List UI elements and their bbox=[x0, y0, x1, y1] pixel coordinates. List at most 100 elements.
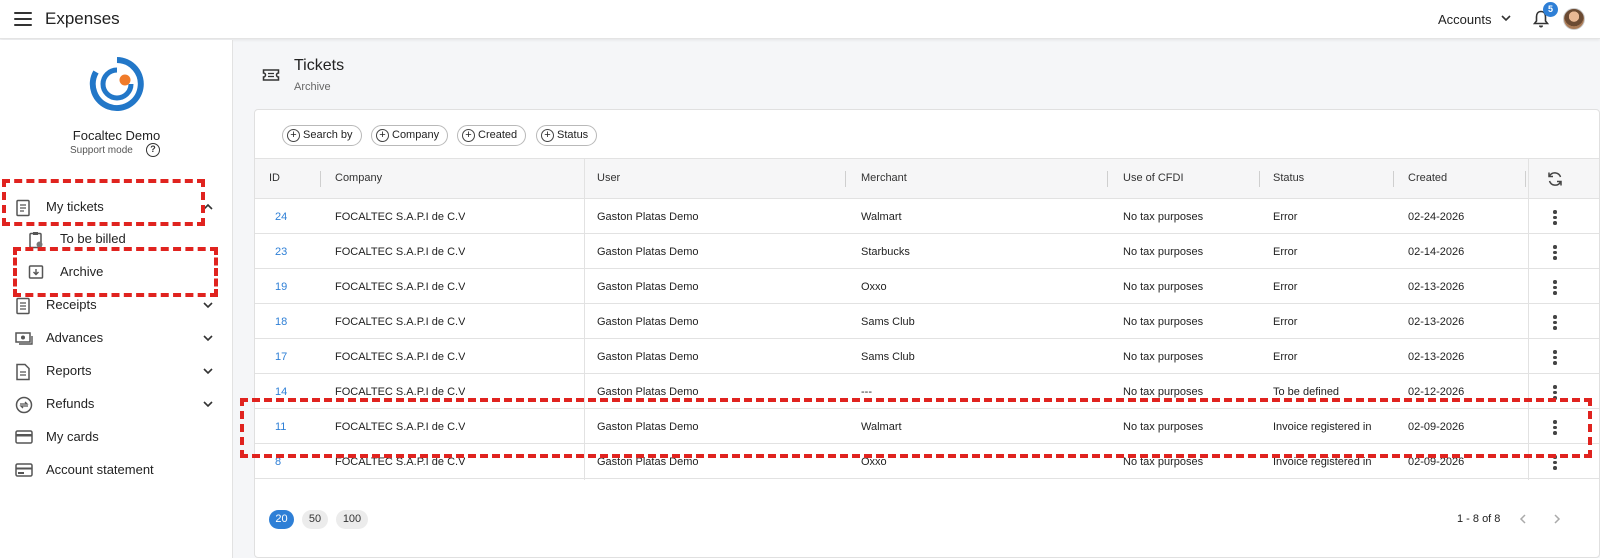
more-vert-icon[interactable] bbox=[1553, 350, 1557, 367]
cell-user: Gaston Platas Demo bbox=[597, 246, 699, 258]
app-title: Expenses bbox=[45, 9, 120, 28]
column-separator[interactable] bbox=[1525, 171, 1526, 187]
filter-chip-status[interactable]: + Status bbox=[536, 125, 598, 146]
pagination-range: 1 - 8 of 8 bbox=[1457, 513, 1501, 525]
sidebar-item-refunds[interactable]: Refunds bbox=[0, 389, 233, 419]
column-header-status[interactable]: Status bbox=[1273, 172, 1304, 184]
organization-name: Focaltec Demo bbox=[72, 128, 161, 143]
sidebar-item-label: Advances bbox=[46, 330, 104, 345]
add-circle-icon: + bbox=[287, 129, 300, 142]
more-vert-icon[interactable] bbox=[1553, 245, 1557, 262]
column-header-company[interactable]: Company bbox=[335, 172, 382, 184]
cell-user: Gaston Platas Demo bbox=[597, 316, 699, 328]
page-size-20[interactable]: 20 bbox=[269, 510, 294, 529]
cell-cfdi: No tax purposes bbox=[1123, 386, 1204, 398]
ticket-id-link[interactable]: 24 bbox=[275, 211, 287, 223]
table-row[interactable]: 18 FOCALTEC S.A.P.I de C.V Gaston Platas… bbox=[255, 304, 1599, 339]
page-subtitle: Archive bbox=[294, 81, 331, 93]
ticket-id-link[interactable]: 19 bbox=[275, 281, 287, 293]
column-separator[interactable] bbox=[1393, 171, 1394, 187]
chevron-down-icon[interactable] bbox=[202, 332, 214, 344]
add-circle-icon: + bbox=[462, 129, 475, 142]
cell-company: FOCALTEC S.A.P.I de C.V bbox=[335, 246, 466, 258]
column-header-id[interactable]: ID bbox=[269, 172, 280, 184]
sidebar-item-label: Refunds bbox=[46, 396, 95, 411]
cell-merchant: Oxxo bbox=[861, 281, 887, 293]
statement-icon bbox=[15, 463, 33, 477]
cell-cfdi: No tax purposes bbox=[1123, 211, 1204, 223]
receipt-icon bbox=[16, 297, 30, 315]
column-separator[interactable] bbox=[845, 171, 846, 187]
cell-company: FOCALTEC S.A.P.I de C.V bbox=[335, 351, 466, 363]
cell-company: FOCALTEC S.A.P.I de C.V bbox=[335, 316, 466, 328]
cell-cfdi: No tax purposes bbox=[1123, 351, 1204, 363]
filter-chip-company[interactable]: + Company bbox=[371, 125, 449, 146]
column-header-merchant[interactable]: Merchant bbox=[861, 172, 907, 184]
help-icon[interactable]: ? bbox=[146, 143, 160, 157]
sidebar-item-account-statement[interactable]: Account statement bbox=[0, 455, 233, 485]
table-row[interactable]: 24 FOCALTEC S.A.P.I de C.V Gaston Platas… bbox=[255, 199, 1599, 234]
cell-merchant: Starbucks bbox=[861, 246, 910, 258]
add-circle-icon: + bbox=[541, 129, 554, 142]
cell-status: Error bbox=[1273, 246, 1298, 258]
ticket-id-link[interactable]: 23 bbox=[275, 246, 287, 258]
table-row[interactable]: 17 FOCALTEC S.A.P.I de C.V Gaston Platas… bbox=[255, 339, 1599, 374]
column-separator[interactable] bbox=[320, 171, 321, 187]
cell-user: Gaston Platas Demo bbox=[597, 211, 699, 223]
user-avatar[interactable] bbox=[1563, 8, 1585, 30]
column-header-user[interactable]: User bbox=[597, 172, 620, 184]
more-vert-icon[interactable] bbox=[1553, 210, 1557, 227]
ticket-id-link[interactable]: 14 bbox=[275, 386, 287, 398]
sidebar-item-label: My cards bbox=[46, 429, 99, 444]
chevron-left-icon[interactable] bbox=[1517, 513, 1529, 525]
column-header-use-of-cfdi[interactable]: Use of CFDI bbox=[1123, 172, 1184, 184]
column-separator[interactable] bbox=[1107, 171, 1108, 187]
sidebar-item-my-cards[interactable]: My cards bbox=[0, 422, 233, 452]
refresh-icon[interactable] bbox=[1546, 170, 1564, 188]
table-header: ID Company User Merchant Use of CFDI Sta… bbox=[255, 158, 1599, 199]
cell-created: 02-12-2026 bbox=[1408, 386, 1465, 398]
highlight-row-11 bbox=[240, 398, 1592, 458]
ticket-icon bbox=[262, 69, 280, 81]
page-title: Tickets bbox=[294, 57, 345, 74]
company-logo bbox=[89, 57, 144, 111]
table-row[interactable]: 23 FOCALTEC S.A.P.I de C.V Gaston Platas… bbox=[255, 234, 1599, 269]
chevron-down-icon[interactable] bbox=[1500, 12, 1512, 24]
sidebar-item-reports[interactable]: Reports bbox=[0, 356, 233, 386]
report-icon bbox=[16, 363, 30, 381]
sidebar-item-label: To be billed bbox=[60, 231, 126, 246]
accounts-menu[interactable]: Accounts bbox=[1438, 12, 1491, 27]
chevron-right-icon[interactable] bbox=[1551, 513, 1563, 525]
chevron-down-icon[interactable] bbox=[202, 299, 214, 311]
more-vert-icon[interactable] bbox=[1553, 315, 1557, 332]
page-size-50[interactable]: 50 bbox=[302, 510, 328, 529]
filter-chip-search-by[interactable]: + Search by bbox=[282, 125, 362, 146]
chevron-down-icon[interactable] bbox=[202, 398, 214, 410]
cell-status: Error bbox=[1273, 351, 1298, 363]
add-circle-icon: + bbox=[376, 129, 389, 142]
menu-icon[interactable] bbox=[14, 12, 32, 26]
cell-cfdi: No tax purposes bbox=[1123, 281, 1204, 293]
notification-badge: 5 bbox=[1543, 2, 1558, 17]
cell-created: 02-13-2026 bbox=[1408, 281, 1465, 293]
refund-icon bbox=[15, 396, 33, 414]
column-header-created[interactable]: Created bbox=[1408, 172, 1447, 184]
cell-created: 02-14-2026 bbox=[1408, 246, 1465, 258]
cell-cfdi: No tax purposes bbox=[1123, 246, 1204, 258]
top-bar: Expenses Accounts 5 bbox=[0, 0, 1600, 39]
cell-created: 02-13-2026 bbox=[1408, 316, 1465, 328]
ticket-id-link[interactable]: 18 bbox=[275, 316, 287, 328]
cell-merchant: Sams Club bbox=[861, 316, 915, 328]
card-icon bbox=[15, 430, 33, 444]
page-size-100[interactable]: 100 bbox=[336, 510, 368, 529]
sidebar-item-advances[interactable]: Advances bbox=[0, 323, 233, 353]
filter-chip-created[interactable]: + Created bbox=[457, 125, 527, 146]
cell-company: FOCALTEC S.A.P.I de C.V bbox=[335, 211, 466, 223]
table-row[interactable]: 19 FOCALTEC S.A.P.I de C.V Gaston Platas… bbox=[255, 269, 1599, 304]
ticket-id-link[interactable]: 17 bbox=[275, 351, 287, 363]
cell-created: 02-24-2026 bbox=[1408, 211, 1465, 223]
column-separator[interactable] bbox=[1259, 171, 1260, 187]
more-vert-icon[interactable] bbox=[1553, 280, 1557, 297]
chevron-down-icon[interactable] bbox=[202, 365, 214, 377]
cell-user: Gaston Platas Demo bbox=[597, 386, 699, 398]
